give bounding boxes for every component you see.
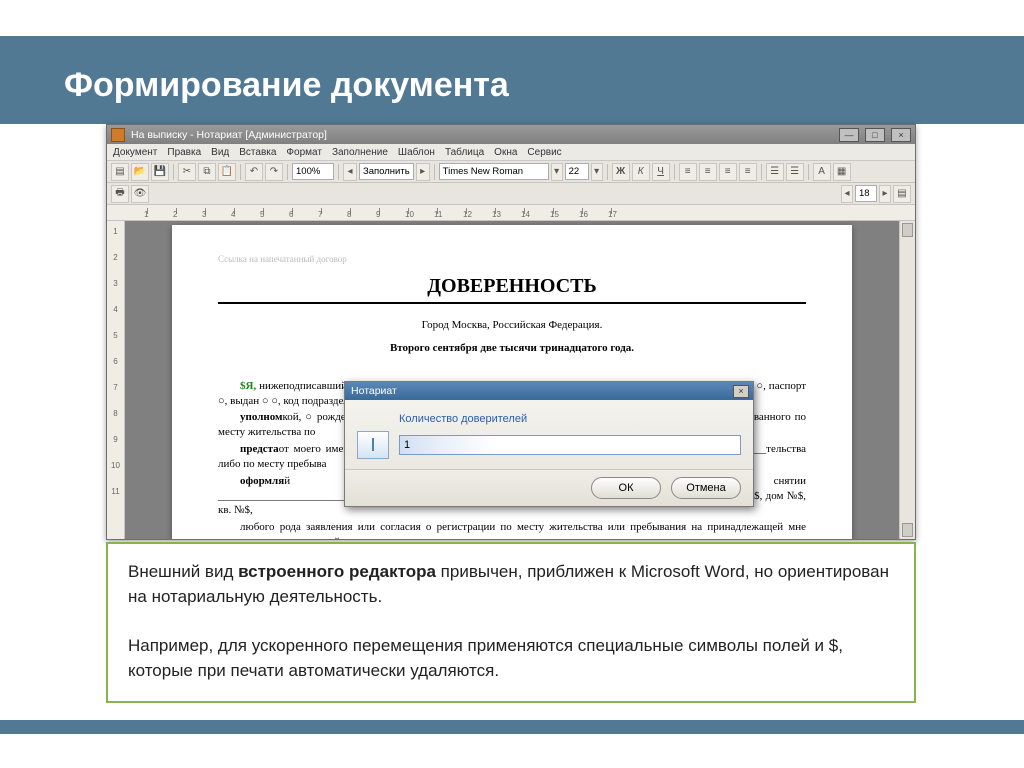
- align-left-icon[interactable]: ≡: [679, 163, 697, 181]
- menu-windows[interactable]: Окна: [494, 147, 517, 158]
- tools-icon[interactable]: ▦: [833, 163, 851, 181]
- toolbar-row-2: 🖶 👁 ◂ 18 ▸ ▤: [107, 183, 915, 205]
- cancel-button[interactable]: Отмена: [671, 477, 741, 499]
- slide-title: Формирование документа: [64, 66, 509, 105]
- doc-subtitle-2: Второго сентября две тысячи тринадцатого…: [218, 341, 806, 356]
- fill-button[interactable]: Заполнить: [359, 163, 414, 180]
- preview-icon[interactable]: 👁: [131, 185, 149, 203]
- dialog: Нотариат × Количество доверителей I ОК О…: [344, 381, 754, 507]
- vertical-scrollbar[interactable]: [899, 221, 915, 539]
- menu-service[interactable]: Сервис: [527, 147, 561, 158]
- align-right-icon[interactable]: ≡: [719, 163, 737, 181]
- copy-icon[interactable]: ⧉: [198, 163, 216, 181]
- undo-icon[interactable]: ↶: [245, 163, 263, 181]
- maximize-button[interactable]: □: [865, 128, 885, 142]
- size-dropdown-icon[interactable]: ▾: [591, 163, 603, 181]
- cut-icon[interactable]: ✂: [178, 163, 196, 181]
- menubar: Документ Правка Вид Вставка Формат Запол…: [107, 144, 915, 161]
- dialog-close-button[interactable]: ×: [733, 385, 749, 398]
- menu-table[interactable]: Таблица: [445, 147, 484, 158]
- app-icon: [111, 128, 125, 142]
- new-icon[interactable]: ▤: [111, 163, 129, 181]
- menu-format[interactable]: Формат: [286, 147, 322, 158]
- dialog-title: Нотариат: [351, 384, 397, 398]
- numbering-icon[interactable]: ☰: [786, 163, 804, 181]
- ruler-next-icon[interactable]: ▸: [879, 185, 891, 203]
- menu-fill[interactable]: Заполнение: [332, 147, 388, 158]
- slide-caption: Внешний вид встроенного редактора привыч…: [106, 542, 916, 703]
- menu-template[interactable]: Шаблон: [398, 147, 435, 158]
- ok-button[interactable]: ОК: [591, 477, 661, 499]
- doc-subtitle-1: Город Москва, Российская Федерация.: [218, 318, 806, 333]
- fill-next-icon[interactable]: ▸: [416, 163, 430, 181]
- window-title: На выписку - Нотариат [Администратор]: [131, 129, 327, 141]
- slide-footer-band: [0, 720, 1024, 734]
- hyperlink-placeholder: Ссылка на напечатанный договор: [218, 253, 806, 265]
- ruler-value[interactable]: 18: [855, 185, 877, 202]
- bold-button[interactable]: Ж: [612, 163, 630, 181]
- dialog-field-label: Количество доверителей: [399, 412, 741, 427]
- font-family-field[interactable]: Times New Roman: [439, 163, 549, 180]
- underline-button[interactable]: Ч: [652, 163, 670, 181]
- align-justify-icon[interactable]: ≡: [739, 163, 757, 181]
- work-area: 123 456 789 1011 Ссылка на напечатанный …: [107, 221, 915, 539]
- text-cursor-icon: I: [357, 431, 389, 459]
- italic-button[interactable]: К: [632, 163, 650, 181]
- menu-edit[interactable]: Правка: [167, 147, 201, 158]
- redo-icon[interactable]: ↷: [265, 163, 283, 181]
- menu-view[interactable]: Вид: [211, 147, 229, 158]
- toolbar-row-1: ▤ 📂 💾 ✂ ⧉ 📋 ↶ ↷ 100% ◂ Заполнить ▸ Times…: [107, 161, 915, 183]
- page-setup-icon[interactable]: ▤: [893, 185, 911, 203]
- minimize-button[interactable]: —: [839, 128, 859, 142]
- open-icon[interactable]: 📂: [131, 163, 149, 181]
- dialog-titlebar: Нотариат ×: [345, 382, 753, 400]
- zoom-field[interactable]: 100%: [292, 163, 334, 180]
- paste-icon[interactable]: 📋: [218, 163, 236, 181]
- titlebar: На выписку - Нотариат [Администратор] — …: [107, 125, 915, 144]
- bullets-icon[interactable]: ☰: [766, 163, 784, 181]
- print-icon[interactable]: 🖶: [111, 185, 129, 203]
- align-center-icon[interactable]: ≡: [699, 163, 717, 181]
- close-button[interactable]: ×: [891, 128, 911, 142]
- menu-document[interactable]: Документ: [113, 147, 157, 158]
- vertical-ruler: 123 456 789 1011: [107, 221, 125, 539]
- ruler-prev-icon[interactable]: ◂: [841, 185, 853, 203]
- fill-prev-icon[interactable]: ◂: [343, 163, 357, 181]
- menu-insert[interactable]: Вставка: [239, 147, 276, 158]
- dialog-input[interactable]: [399, 435, 741, 455]
- font-size-field[interactable]: 22: [565, 163, 589, 180]
- editor-window: На выписку - Нотариат [Администратор] — …: [106, 124, 916, 540]
- document-page[interactable]: Ссылка на напечатанный договор ДОВЕРЕННО…: [172, 225, 852, 539]
- font-dropdown-icon[interactable]: ▾: [551, 163, 563, 181]
- doc-para-5: любого рода заявления или согласия о рег…: [218, 520, 806, 539]
- save-icon[interactable]: 💾: [151, 163, 169, 181]
- font-color-icon[interactable]: A: [813, 163, 831, 181]
- doc-title: ДОВЕРЕННОСТЬ: [218, 273, 806, 304]
- horizontal-ruler: 1 2 3 4 5 6 7 8 9 10 11 12 13 14 15 16 1…: [107, 205, 915, 221]
